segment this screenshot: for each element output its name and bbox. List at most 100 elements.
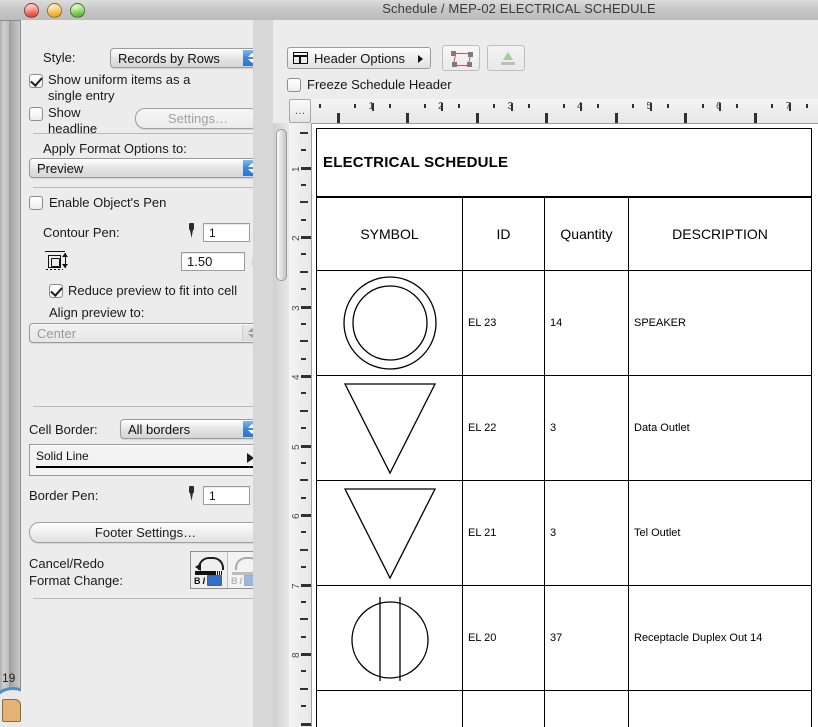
circle-duplex-receptacle-symbol[interactable] bbox=[316, 585, 463, 691]
ruler-tick bbox=[545, 113, 549, 123]
undo-format-change-button[interactable]: BI bbox=[191, 552, 227, 588]
show-uniform-items-row[interactable]: Show uniform items as a single entry bbox=[29, 72, 269, 104]
column-header-quantity[interactable]: Quantity bbox=[544, 196, 629, 271]
ruler-tick bbox=[336, 113, 340, 123]
border-pen-label: Border Pen: bbox=[29, 488, 99, 503]
ruler-tick bbox=[493, 104, 496, 108]
settings-button[interactable]: Settings… bbox=[135, 108, 261, 129]
enable-object-pen-row[interactable]: Enable Object's Pen bbox=[29, 195, 166, 210]
cell-id[interactable]: EL 23 bbox=[462, 270, 545, 376]
contour-pen-input[interactable]: 1 bbox=[203, 223, 250, 242]
schedule-toolbar: Header Options Freeze Schedule Header bbox=[273, 20, 818, 92]
apply-format-dropdown[interactable]: Preview bbox=[29, 158, 262, 178]
cell-description[interactable]: Receptacle Duplex Out 14 bbox=[627, 585, 813, 691]
cell-border-row: Cell Border: bbox=[29, 422, 98, 437]
column-header-description[interactable]: DESCRIPTION bbox=[627, 196, 813, 271]
cell-quantity[interactable]: 3 bbox=[544, 480, 629, 586]
apply-format-value: Preview bbox=[37, 160, 84, 176]
cell-id[interactable]: EL 20 bbox=[462, 585, 545, 691]
cell-size-icon bbox=[45, 250, 75, 270]
reduce-preview-checkbox[interactable] bbox=[49, 283, 63, 298]
reduce-preview-row[interactable]: Reduce preview to fit into cell bbox=[49, 283, 237, 298]
ruler-tick bbox=[301, 236, 311, 239]
cell-id[interactable]: EL 22 bbox=[462, 375, 545, 481]
freeze-schedule-header-checkbox[interactable] bbox=[287, 77, 301, 92]
ruler-tick bbox=[649, 103, 652, 111]
ruler-tick bbox=[736, 104, 739, 108]
enable-object-pen-checkbox[interactable] bbox=[29, 195, 43, 210]
place-tool-button[interactable] bbox=[487, 45, 525, 71]
ruler-tick bbox=[301, 322, 306, 325]
header-options-button[interactable]: Header Options bbox=[287, 47, 431, 69]
marquee-select-tool-button[interactable] bbox=[442, 45, 480, 71]
ruler-tick bbox=[300, 618, 308, 621]
vertical-ruler[interactable]: 12345678 bbox=[289, 123, 312, 727]
cell-description[interactable]: SPEAKER bbox=[627, 270, 813, 376]
ruler-tick bbox=[301, 566, 306, 569]
symbol-graphic bbox=[317, 378, 462, 478]
align-preview-dropdown[interactable]: Center bbox=[29, 323, 262, 343]
cell-quantity[interactable]: 37 bbox=[544, 585, 629, 691]
cell-id[interactable] bbox=[462, 690, 545, 727]
cell-id[interactable]: EL 21 bbox=[462, 480, 545, 586]
cell-description[interactable] bbox=[627, 690, 813, 727]
table-row[interactable]: EL 21 3 Tel Outlet bbox=[316, 480, 813, 586]
show-uniform-items-checkbox[interactable] bbox=[29, 74, 43, 88]
show-headline-checkbox[interactable] bbox=[29, 107, 43, 121]
inverted-triangle-data-outlet-symbol[interactable] bbox=[316, 375, 463, 481]
ruler-tick bbox=[300, 201, 308, 204]
symbol-cell-empty[interactable] bbox=[316, 690, 463, 727]
ruler-tick bbox=[300, 687, 308, 690]
ruler-corner-button[interactable]: … bbox=[289, 99, 311, 123]
cell-quantity[interactable]: 3 bbox=[544, 375, 629, 481]
border-pen-input[interactable]: 1 bbox=[203, 486, 250, 505]
ruler-tick bbox=[458, 104, 461, 108]
line-style-dropdown[interactable]: Solid Line bbox=[29, 444, 262, 476]
ruler-tick bbox=[597, 104, 600, 108]
ruler-tick bbox=[371, 103, 374, 111]
table-row[interactable]: EL 23 14 SPEAKER bbox=[316, 270, 813, 376]
schedule-canvas[interactable]: ELECTRICAL SCHEDULE SYMBOL ID Quantity DESCR… bbox=[312, 124, 818, 727]
table-row[interactable] bbox=[316, 690, 813, 727]
marquee-select-icon bbox=[451, 51, 473, 67]
symbol-graphic bbox=[317, 273, 462, 373]
document-vertical-scrollbar[interactable] bbox=[273, 123, 290, 727]
style-dropdown[interactable]: Records by Rows bbox=[110, 48, 262, 68]
symbol-graphic bbox=[317, 483, 462, 583]
schedule-format-panel: Style: Records by Rows Show uniform item… bbox=[21, 20, 274, 727]
cell-border-dropdown[interactable]: All borders bbox=[120, 419, 262, 439]
size-input[interactable]: 1.50 bbox=[181, 252, 245, 271]
reduce-preview-label: Reduce preview to fit into cell bbox=[68, 283, 238, 298]
table-row[interactable]: EL 20 37 Receptacle Duplex Out 14 bbox=[316, 585, 813, 691]
freeze-schedule-header-row[interactable]: Freeze Schedule Header bbox=[287, 77, 452, 92]
schedule-title-cell[interactable]: ELECTRICAL SCHEDULE bbox=[315, 128, 813, 198]
ruler-tick bbox=[632, 104, 635, 108]
column-header-symbol[interactable]: SYMBOL bbox=[316, 196, 463, 271]
cell-description-text: Data Outlet bbox=[634, 422, 690, 434]
ruler-tick bbox=[301, 531, 306, 534]
double-circle-speaker-symbol[interactable] bbox=[316, 270, 463, 376]
cell-quantity[interactable] bbox=[544, 690, 629, 727]
table-row[interactable]: EL 22 3 Data Outlet bbox=[316, 375, 813, 481]
ruler-tick bbox=[701, 104, 704, 108]
schedule-title: ELECTRICAL SCHEDULE bbox=[323, 153, 509, 171]
schedule-header-row: SYMBOL ID Quantity DESCRIPTION bbox=[316, 196, 813, 271]
ruler-tick bbox=[301, 427, 306, 430]
freeze-schedule-header-label: Freeze Schedule Header bbox=[307, 77, 452, 92]
cell-description[interactable]: Data Outlet bbox=[627, 375, 813, 481]
background-window-edge-inner bbox=[9, 20, 21, 727]
cell-description[interactable]: Tel Outlet bbox=[627, 480, 813, 586]
cell-quantity[interactable]: 14 bbox=[544, 270, 629, 376]
cell-border-label: Cell Border: bbox=[29, 422, 98, 437]
ruler-tick bbox=[771, 104, 774, 108]
ruler-tick bbox=[301, 670, 306, 673]
column-header-id[interactable]: ID bbox=[462, 196, 545, 271]
ruler-tick bbox=[301, 635, 306, 638]
inverted-triangle-tel-outlet-symbol[interactable] bbox=[316, 480, 463, 586]
horizontal-ruler[interactable]: 1234567 bbox=[311, 99, 818, 124]
ruler-tick bbox=[301, 253, 306, 256]
footer-settings-button[interactable]: Footer Settings… bbox=[29, 522, 262, 543]
apply-format-row: Apply Format Options to: bbox=[43, 141, 187, 156]
ruler-tick bbox=[301, 514, 311, 517]
scrollbar-thumb[interactable] bbox=[276, 129, 287, 281]
